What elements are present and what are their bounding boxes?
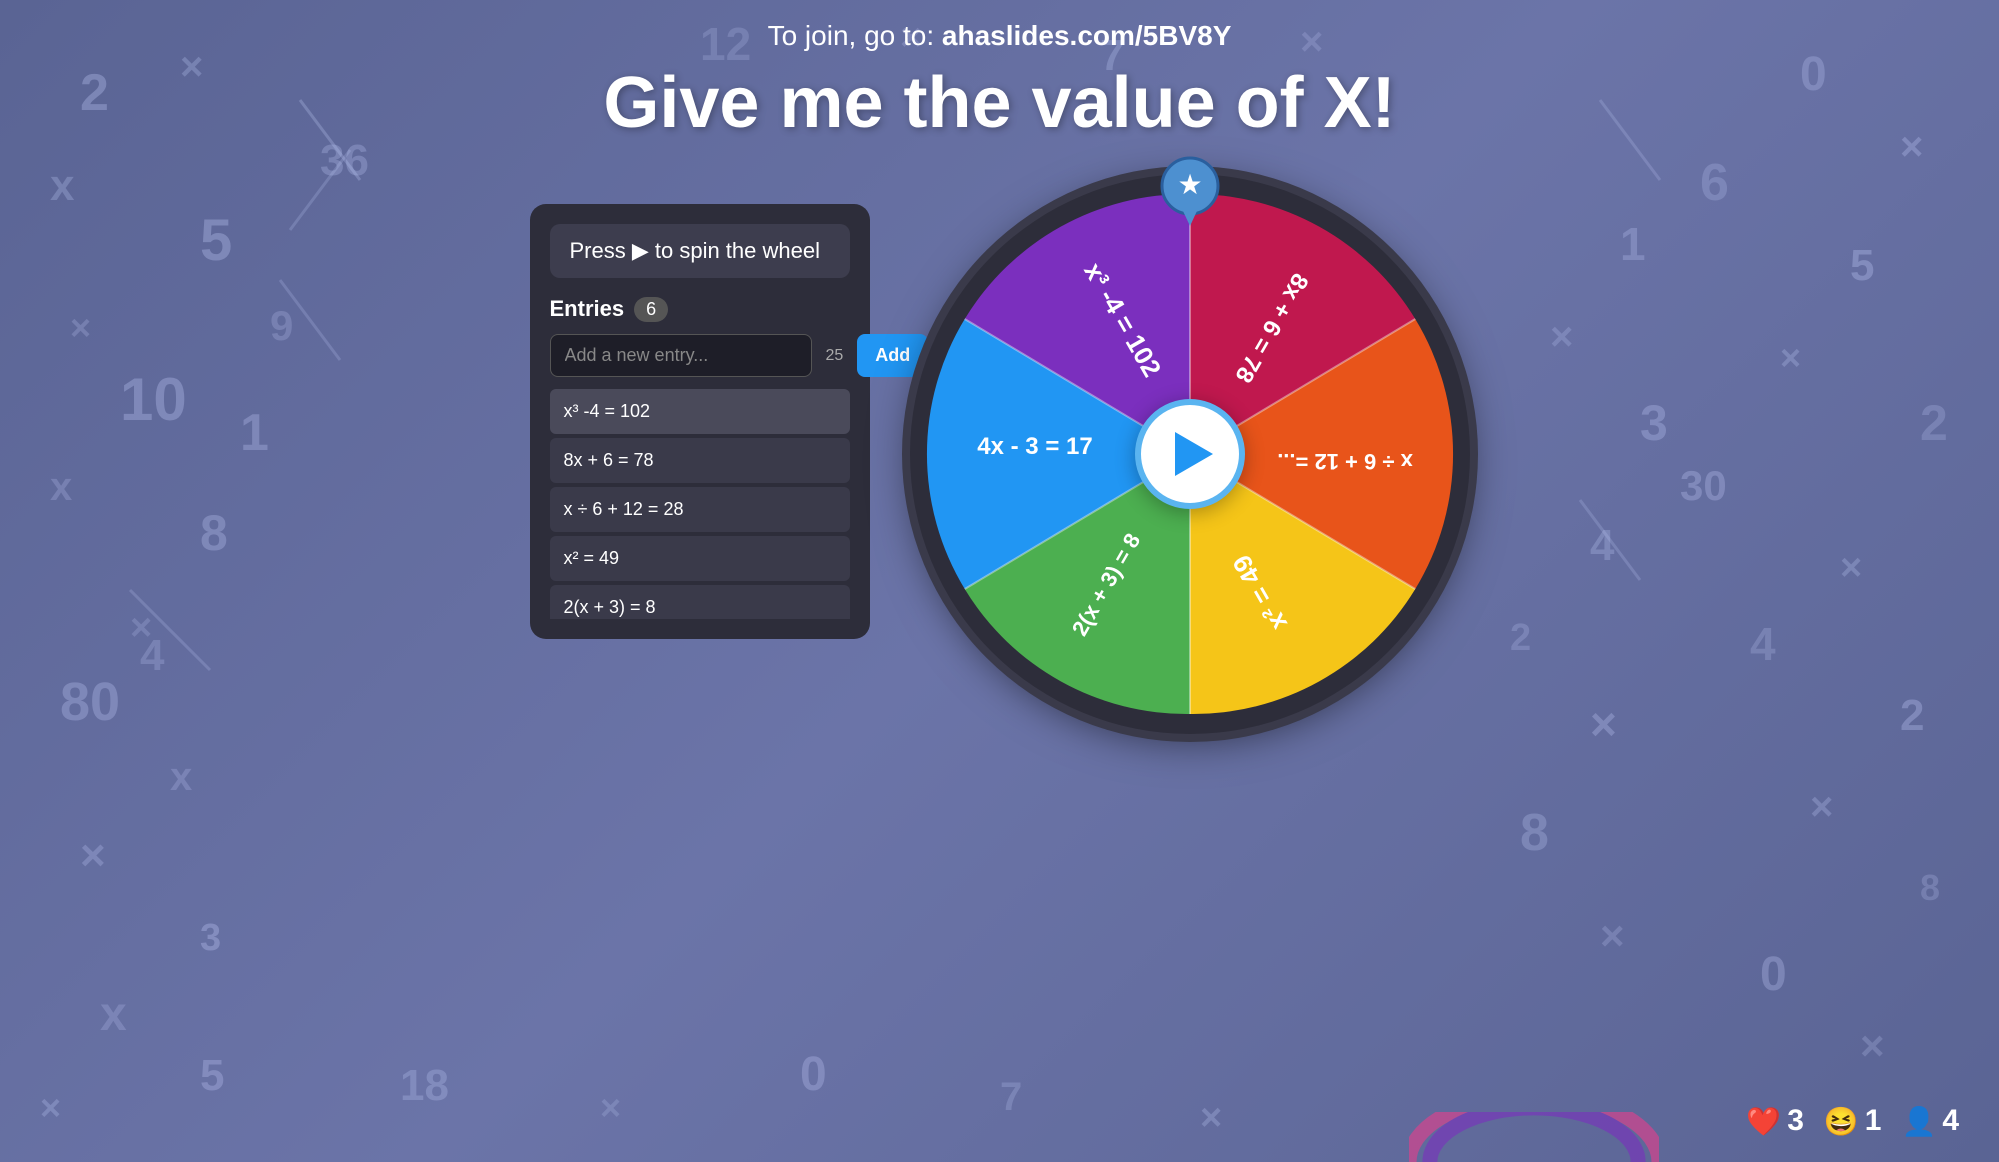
main-container: To join, go to: ahaslides.com/5BV8Y Give… bbox=[0, 0, 1999, 1162]
spin-label-bar: Press ▶ to spin the wheel bbox=[550, 224, 850, 278]
spin-wheel-wrapper: ★ bbox=[910, 174, 1470, 734]
join-bar: To join, go to: ahaslides.com/5BV8Y bbox=[768, 20, 1232, 52]
entries-list[interactable]: x³ -4 = 102 8x + 6 = 78 x ÷ 6 + 12 = 28 … bbox=[550, 389, 850, 619]
entries-header: Entries 6 bbox=[550, 296, 850, 322]
spin-label: Press ▶ to spin the wheel bbox=[570, 238, 821, 264]
content-area: Press ▶ to spin the wheel Entries 6 25 A… bbox=[0, 174, 1999, 734]
char-count: 25 bbox=[820, 334, 850, 377]
entries-count: 6 bbox=[634, 297, 668, 322]
laugh-count: 1 bbox=[1865, 1104, 1882, 1138]
users-stat: 👤 4 bbox=[1901, 1104, 1959, 1138]
hearts-count: 3 bbox=[1787, 1104, 1804, 1138]
laugh-icon: 😆 bbox=[1824, 1105, 1859, 1138]
hearts-stat: ❤️ 3 bbox=[1746, 1104, 1804, 1138]
add-entry-row: 25 Add bbox=[550, 334, 850, 377]
svg-text:4x - 3 = 17: 4x - 3 = 17 bbox=[977, 433, 1092, 460]
user-icon: 👤 bbox=[1901, 1105, 1936, 1138]
entries-panel: Press ▶ to spin the wheel Entries 6 25 A… bbox=[530, 204, 870, 639]
laughing-stat: 😆 1 bbox=[1824, 1104, 1882, 1138]
list-item[interactable]: x³ -4 = 102 bbox=[550, 389, 850, 434]
bottom-stats: ❤️ 3 😆 1 👤 4 bbox=[1746, 1104, 1959, 1138]
add-entry-input[interactable] bbox=[550, 334, 812, 377]
heart-icon: ❤️ bbox=[1746, 1105, 1781, 1138]
list-item[interactable]: 2(x + 3) = 8 bbox=[550, 585, 850, 619]
wheel-play-button[interactable] bbox=[1135, 399, 1245, 509]
list-item[interactable]: x² = 49 bbox=[550, 536, 850, 581]
users-count: 4 bbox=[1942, 1104, 1959, 1138]
list-item[interactable]: 8x + 6 = 78 bbox=[550, 438, 850, 483]
entries-label: Entries bbox=[550, 296, 625, 322]
svg-text:x ÷ 6 + 12 =...: x ÷ 6 + 12 =... bbox=[1277, 449, 1413, 474]
play-icon bbox=[1175, 432, 1213, 476]
wheel-pointer: ★ bbox=[1155, 156, 1225, 226]
slide-title: Give me the value of X! bbox=[603, 62, 1395, 144]
join-url: ahaslides.com/5BV8Y bbox=[942, 20, 1231, 51]
join-text: To join, go to: bbox=[768, 20, 942, 51]
list-item[interactable]: x ÷ 6 + 12 = 28 bbox=[550, 487, 850, 532]
svg-text:★: ★ bbox=[1177, 169, 1202, 200]
